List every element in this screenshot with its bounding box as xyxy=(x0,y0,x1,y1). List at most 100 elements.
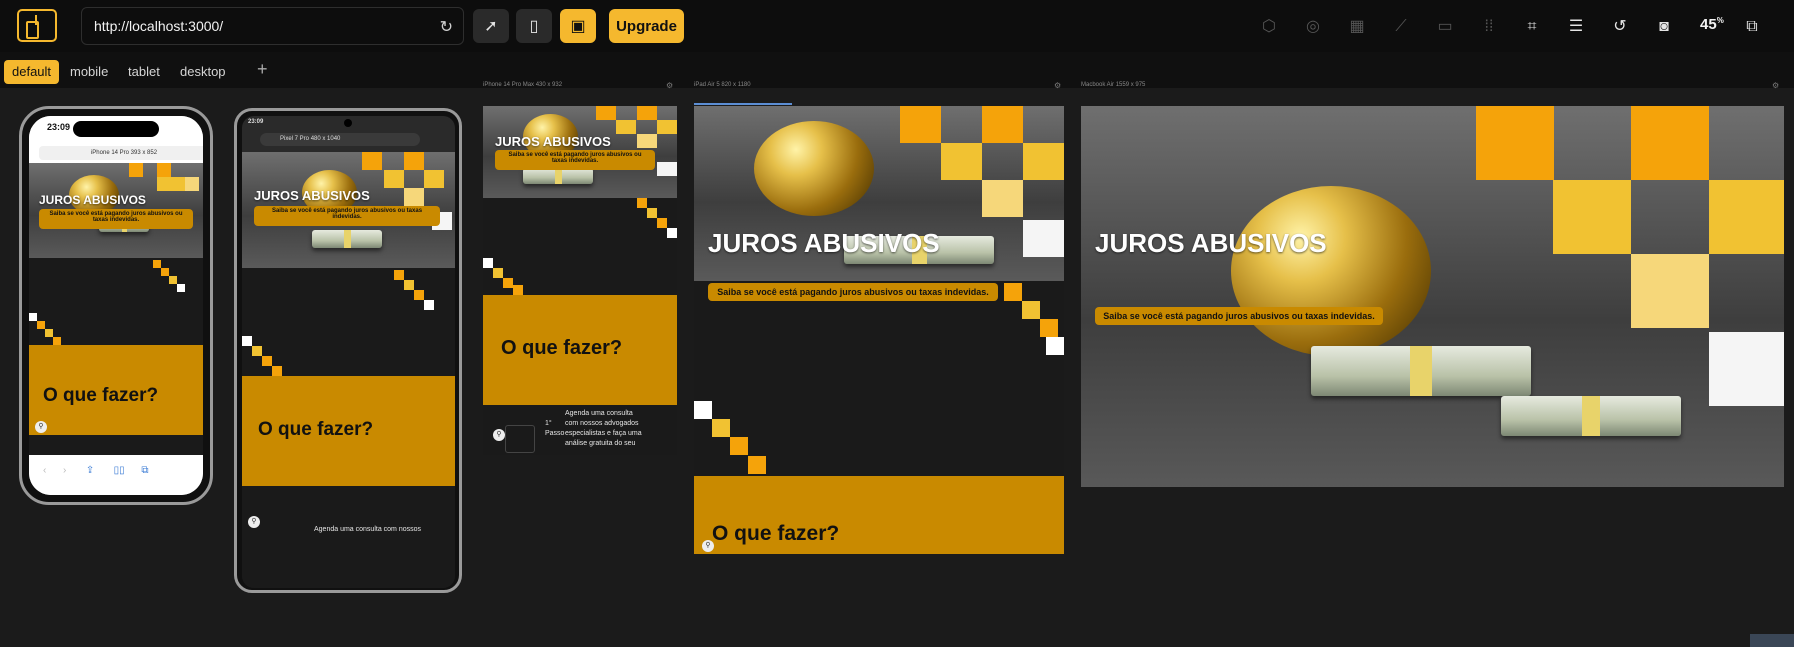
iphone14pro-screen: 23:09 iPhone 14 Pro 393 x 852 JUROS ABUS… xyxy=(29,116,203,495)
stack-icon[interactable]: ☰ xyxy=(1565,16,1587,38)
device-pixel7pro[interactable]: 23:09 Pixel 7 Pro 480 x 1040 JUROS ABUSI… xyxy=(234,108,462,593)
deco-square xyxy=(185,177,199,191)
what-to-do-section: O que fazer? ⚲ xyxy=(694,476,1064,554)
deco-square xyxy=(45,329,53,337)
deco-square xyxy=(157,163,171,177)
add-tab-icon[interactable]: + xyxy=(257,59,268,80)
section-title: O que fazer? xyxy=(258,419,374,440)
deco-square xyxy=(384,170,404,188)
cube-icon[interactable]: ⬡ xyxy=(1258,16,1280,38)
browser-bottom-bar: ‹ › ⇪ ▯▯ ⧉ xyxy=(29,455,203,495)
minus-icon[interactable]: ▭ xyxy=(1434,16,1456,38)
copy-icon[interactable]: ⧉ xyxy=(1741,16,1763,38)
dark-section: Saiba se você está pagando juros abusivo… xyxy=(694,281,1064,476)
settings-icon[interactable]: ⚙ xyxy=(666,81,673,90)
deco-square xyxy=(153,260,161,268)
device-ipadair5[interactable]: JUROS ABUSIVOS Saiba se você está pagand… xyxy=(694,106,1064,554)
reload-icon[interactable]: ↻ xyxy=(440,17,453,37)
step-text: Agenda uma consulta com nossos xyxy=(314,526,422,533)
rotate-icon[interactable]: ↺ xyxy=(1609,16,1631,38)
url-input[interactable]: http://localhost:3000/ ↻ xyxy=(81,7,464,45)
share-icon[interactable]: ⇪ xyxy=(86,465,94,476)
minimap-thumbnail[interactable] xyxy=(1750,634,1794,647)
deco-square xyxy=(637,134,657,148)
tabs-icon[interactable]: ⧉ xyxy=(141,465,148,476)
deco-square xyxy=(657,162,677,176)
dark-section xyxy=(242,268,455,386)
devices-icon[interactable]: ▣ xyxy=(560,9,596,43)
device-macbookair[interactable]: JUROS ABUSIVOS Saiba se você está pagand… xyxy=(1081,106,1784,487)
badge-icon[interactable]: ⚲ xyxy=(702,540,714,552)
url-text[interactable]: http://localhost:3000/ xyxy=(94,18,223,34)
badge-icon[interactable]: ⚲ xyxy=(35,421,47,433)
frame-label-iphone14promax: iPhone 14 Pro Max 430 x 932 xyxy=(483,82,562,88)
layers-icon[interactable]: ◎ xyxy=(1302,16,1324,38)
deco-square xyxy=(37,321,45,329)
device-tabs: default mobile tablet desktop + xyxy=(0,52,1794,88)
deco-square xyxy=(657,120,677,134)
address-device-label: iPhone 14 Pro xyxy=(90,150,129,156)
deco-square xyxy=(1476,106,1554,180)
settings-icon[interactable]: ⚙ xyxy=(1054,81,1061,90)
forward-icon[interactable]: › xyxy=(63,465,66,476)
device-iphone14promax[interactable]: JUROS ABUSIVOS Saiba se você está pagand… xyxy=(483,106,677,455)
deco-square xyxy=(694,401,712,419)
dots-grid-icon[interactable]: ⁞⁞ xyxy=(1478,16,1500,38)
camera-icon[interactable]: ◙ xyxy=(1653,16,1675,38)
money-image xyxy=(1311,346,1531,396)
hero-subtitle: Saiba se você está pagando juros abusivo… xyxy=(254,206,440,226)
grid-icon[interactable]: ▦ xyxy=(1346,16,1368,38)
deco-square xyxy=(404,152,424,170)
ruler-icon[interactable]: ⟋ xyxy=(1390,16,1412,38)
dark-strip xyxy=(29,435,203,455)
hero-title: JUROS ABUSIVOS xyxy=(1095,228,1327,258)
pointer-icon[interactable]: ➚ xyxy=(473,9,509,43)
frame-device-size: 430 x 932 xyxy=(535,82,563,88)
settings-icon[interactable]: ⚙ xyxy=(1772,81,1779,90)
deco-square xyxy=(1709,180,1784,254)
deco-square xyxy=(262,356,272,366)
back-icon[interactable]: ‹ xyxy=(43,465,46,476)
frame-label-ipadair5: iPad Air 5 820 x 1180 xyxy=(694,82,751,88)
upgrade-button[interactable]: Upgrade xyxy=(609,9,684,43)
deco-square xyxy=(362,152,382,170)
deco-square xyxy=(982,106,1023,143)
zoom-level[interactable]: 45% xyxy=(1700,16,1724,33)
badge-icon[interactable]: ⚲ xyxy=(248,516,260,528)
piggy-bank-image xyxy=(754,121,874,216)
deco-square xyxy=(982,180,1023,217)
tab-desktop[interactable]: desktop xyxy=(172,60,234,84)
frame-device-label: Macbook Air xyxy=(1081,82,1115,88)
section-title: O que fazer? xyxy=(712,522,840,545)
deco-square xyxy=(748,456,766,474)
tab-default[interactable]: default xyxy=(4,60,60,84)
deco-square xyxy=(941,143,982,180)
deco-square xyxy=(503,278,513,288)
browser-address-bar[interactable]: iPhone 14 Pro 393 x 852 xyxy=(39,146,203,160)
address-device-size: 480 x 1040 xyxy=(310,136,341,142)
frame-label-macbookair: Macbook Air 1559 x 975 xyxy=(1081,82,1145,88)
device-iphone14pro[interactable]: 23:09 iPhone 14 Pro 393 x 852 JUROS ABUS… xyxy=(19,106,213,505)
focus-icon[interactable]: ⌗ xyxy=(1521,16,1543,38)
deco-square xyxy=(647,208,657,218)
bookmarks-icon[interactable]: ▯▯ xyxy=(114,465,125,476)
browser-address-bar[interactable]: Pixel 7 Pro 480 x 1040 xyxy=(260,133,420,146)
camera-punch-hole xyxy=(344,119,352,127)
hero-title: JUROS ABUSIVOS xyxy=(254,188,370,203)
touch-icon[interactable]: ▯ xyxy=(516,9,552,43)
tab-tablet[interactable]: tablet xyxy=(120,60,168,84)
dark-section xyxy=(29,258,203,345)
status-time: 23:09 xyxy=(47,122,71,132)
hero-subtitle: Saiba se você está pagando juros abusivo… xyxy=(495,150,655,170)
badge-icon[interactable]: ⚲ xyxy=(493,429,505,441)
deco-square xyxy=(483,258,493,268)
step-number: 1° xyxy=(545,420,552,427)
app-logo-icon[interactable] xyxy=(17,9,57,42)
hero-subtitle: Saiba se você está pagando juros abusivo… xyxy=(708,283,998,301)
hero-section: JUROS ABUSIVOS xyxy=(694,106,1064,281)
deco-square xyxy=(169,276,177,284)
hero-subtitle: Saiba se você está pagando juros abusivo… xyxy=(39,209,193,229)
tab-mobile[interactable]: mobile xyxy=(62,60,116,84)
deco-square xyxy=(272,366,282,376)
zoom-value: 45 xyxy=(1700,16,1717,33)
